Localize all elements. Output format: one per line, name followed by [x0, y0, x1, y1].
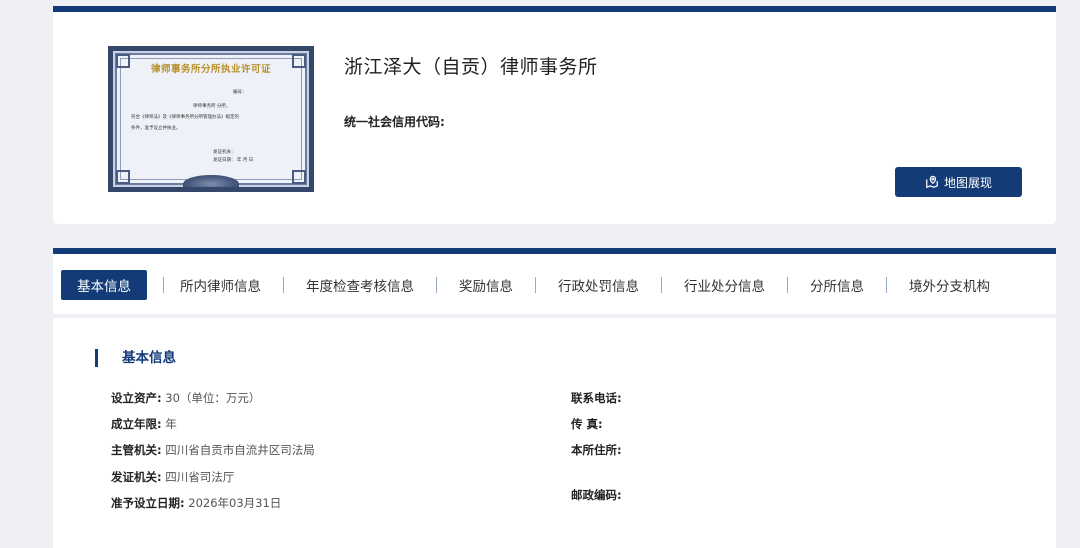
- field-phone: 联系电话:: [571, 390, 622, 406]
- certificate-text-line: 条件，准予设立并执业。: [131, 126, 181, 131]
- firm-header-card: 律师事务所分所执业许可证 编号： 律师事务所 分所， 符合《律师法》及《律师事务…: [53, 6, 1056, 224]
- certificate-title: 律师事务所分所执业许可证: [150, 64, 271, 75]
- tab-divider: [661, 277, 662, 293]
- certificate-corner-ornament: [292, 170, 306, 184]
- tab-lawyers[interactable]: 所内律师信息: [180, 270, 261, 300]
- field-label: 传 真:: [571, 417, 603, 431]
- tab-overseas-branches[interactable]: 境外分支机构: [909, 270, 990, 300]
- firm-detail-card: 基本信息 所内律师信息 年度检查考核信息 奖励信息 行政处罚信息 行业处分信息 …: [53, 248, 1056, 548]
- certificate-text-line: 符合《律师法》及《律师事务所分所管理办法》规定的: [131, 115, 239, 120]
- tab-divider: [787, 277, 788, 293]
- section-title-basic-info: 基本信息: [95, 349, 176, 367]
- tab-divider: [163, 277, 164, 293]
- map-pin-icon: [926, 175, 938, 189]
- tab-basic-info[interactable]: 基本信息: [61, 270, 147, 300]
- certificate-number-line: 编号：: [233, 90, 247, 95]
- field-registered-capital: 设立资产: 30（单位：万元）: [111, 390, 260, 406]
- license-certificate-image: 律师事务所分所执业许可证 编号： 律师事务所 分所， 符合《律师法》及《律师事务…: [108, 46, 314, 192]
- field-label: 成立年限:: [111, 417, 162, 431]
- certificate-text-line: 律师事务所 分所，: [193, 104, 231, 109]
- field-label: 邮政编码:: [571, 488, 622, 502]
- field-approval-date: 准予设立日期: 2026年03月31日: [111, 495, 281, 511]
- tab-awards[interactable]: 奖励信息: [459, 270, 513, 300]
- credit-code-label: 统一社会信用代码:: [344, 115, 445, 129]
- certificate-issuer-line: 发证机关：: [213, 150, 236, 155]
- tab-annual-inspection[interactable]: 年度检查考核信息: [306, 270, 414, 300]
- map-view-button[interactable]: 地图展现: [895, 167, 1022, 197]
- field-label: 联系电话:: [571, 391, 622, 405]
- field-label: 本所住所:: [571, 443, 622, 457]
- tab-bar: 基本信息 所内律师信息 年度检查考核信息 奖励信息 行政处罚信息 行业处分信息 …: [53, 266, 1064, 304]
- field-years-established: 成立年限: 年: [111, 416, 177, 432]
- certificate-corner-ornament: [116, 170, 130, 184]
- tab-divider: [283, 277, 284, 293]
- field-value: 四川省自贡市自流井区司法局: [165, 443, 315, 457]
- credit-code-row: 统一社会信用代码:: [344, 113, 445, 130]
- tab-divider: [535, 277, 536, 293]
- tab-divider: [886, 277, 887, 293]
- field-address: 本所住所:: [571, 442, 622, 458]
- tab-divider: [436, 277, 437, 293]
- field-fax: 传 真:: [571, 416, 603, 432]
- tab-administrative-penalty[interactable]: 行政处罚信息: [558, 270, 639, 300]
- firm-name: 浙江泽大（自贡）律师事务所: [344, 56, 598, 78]
- field-label: 发证机关:: [111, 470, 162, 484]
- map-view-button-label: 地图展现: [943, 175, 992, 190]
- field-value: 2026年03月31日: [188, 496, 282, 510]
- tab-branch-info[interactable]: 分所信息: [810, 270, 864, 300]
- certificate-emblem: [183, 175, 239, 187]
- field-value: 四川省司法厅: [165, 470, 235, 484]
- field-label: 准予设立日期:: [111, 496, 185, 510]
- field-label: 主管机关:: [111, 443, 162, 457]
- field-supervising-authority: 主管机关: 四川省自贡市自流井区司法局: [111, 442, 315, 458]
- field-label: 设立资产:: [111, 391, 162, 405]
- field-value: 年: [165, 417, 177, 431]
- field-value: 30（单位：万元）: [165, 391, 261, 405]
- field-postal-code: 邮政编码:: [571, 487, 622, 503]
- tab-divider-rule: [53, 314, 1056, 318]
- certificate-date-line: 发证日期： 年 月 日: [213, 158, 254, 163]
- tab-industry-discipline[interactable]: 行业处分信息: [684, 270, 765, 300]
- field-issuing-authority: 发证机关: 四川省司法厅: [111, 469, 234, 485]
